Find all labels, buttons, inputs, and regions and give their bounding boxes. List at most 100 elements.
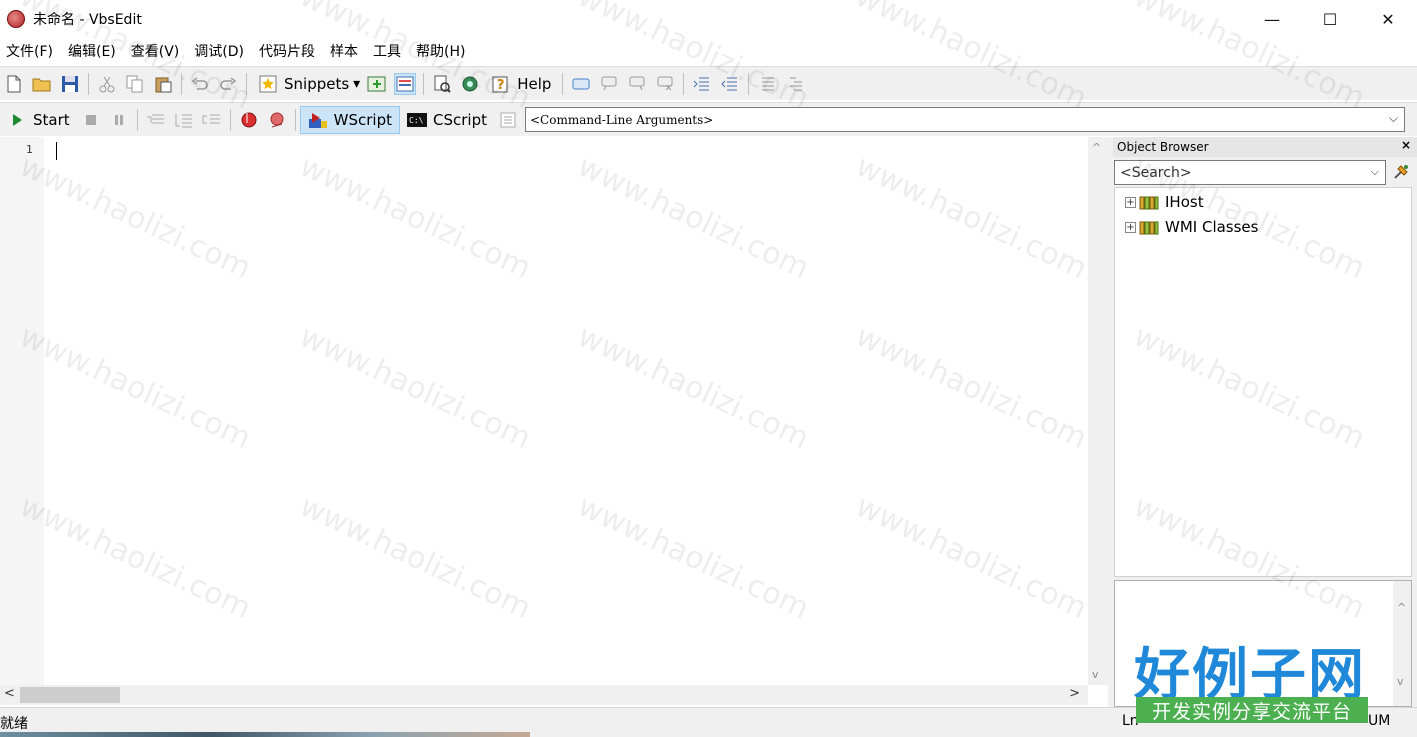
expand-icon[interactable]: + [1125, 221, 1136, 233]
main-toolbar: Snippets ▾ ? Help [0, 66, 1417, 100]
comment-block-icon[interactable] [756, 73, 778, 95]
cscript-button[interactable]: C:\ CScript [400, 106, 494, 134]
line-number-gutter: 1 [0, 137, 44, 685]
print-preview-icon[interactable] [431, 73, 453, 95]
svg-text:?: ? [497, 78, 505, 93]
menu-bar: 文件(F) 编辑(E) 查看(V) 调试(D) 代码片段 样本 工具 帮助(H) [0, 38, 1417, 64]
toolbar-separator [88, 72, 89, 95]
arguments-list-icon[interactable] [497, 109, 519, 131]
object-browser-header: Object Browser × [1113, 137, 1417, 157]
toggle-bookmark-icon[interactable] [570, 73, 592, 95]
close-button[interactable]: ✕ [1359, 0, 1417, 38]
tree-node-label: IHost [1165, 193, 1204, 211]
wscript-label: WScript [333, 110, 392, 129]
save-icon[interactable] [59, 73, 81, 95]
scrollbar-thumb[interactable] [20, 687, 120, 703]
outdent-icon[interactable] [719, 73, 741, 95]
line-number: 1 [26, 143, 33, 156]
maximize-button[interactable]: ☐ [1301, 0, 1359, 38]
wscript-icon [307, 109, 329, 131]
indent-icon[interactable] [691, 73, 713, 95]
clear-bookmarks-icon[interactable] [654, 73, 676, 95]
tree-node-label: WMI Classes [1165, 218, 1259, 236]
clear-breakpoints-icon[interactable] [266, 109, 288, 131]
library-icon [1139, 196, 1159, 210]
start-label: Start [33, 110, 70, 129]
description-scrollbar[interactable]: ^ v [1393, 581, 1411, 706]
snippets-button[interactable]: Snippets ▾ [251, 70, 363, 98]
toolbar-separator [181, 72, 182, 95]
object-browser-search-input[interactable]: <Search> ⌵ [1114, 160, 1386, 185]
vertical-scrollbar[interactable]: ^ v [1088, 137, 1108, 685]
minimize-button[interactable]: — [1243, 0, 1301, 38]
command-line-arguments-value: <Command-Line Arguments> [530, 112, 714, 127]
scroll-down-icon[interactable]: v [1397, 675, 1404, 688]
insert-snippet-icon[interactable] [366, 73, 388, 95]
search-placeholder: <Search> [1120, 164, 1192, 181]
next-bookmark-icon[interactable] [626, 73, 648, 95]
window-title: 未命名 - VbsEdit [33, 12, 142, 28]
search-tool-icon[interactable] [1391, 162, 1411, 182]
run-toolbar: Start WScript C:\ CScript <Command-Line [0, 102, 1417, 136]
watermark-logo-subtitle: 开发实例分享交流平台 [1136, 697, 1368, 723]
scroll-down-icon[interactable]: v [1092, 668, 1099, 681]
chevron-down-icon[interactable]: ⌵ [1371, 165, 1379, 179]
star-icon [257, 73, 279, 95]
cut-icon[interactable] [96, 73, 118, 95]
menu-help[interactable]: 帮助(H) [410, 41, 471, 61]
help-button[interactable]: ? Help [484, 70, 558, 98]
menu-snippets[interactable]: 代码片段 [253, 41, 321, 61]
menu-tools[interactable]: 工具 [367, 41, 407, 61]
code-editor[interactable]: 1 ^ v < > [0, 137, 1108, 707]
redo-icon[interactable] [217, 73, 239, 95]
wscript-button[interactable]: WScript [299, 105, 400, 134]
menu-view[interactable]: 查看(V) [125, 41, 186, 61]
help-icon: ? [490, 73, 512, 95]
menu-edit[interactable]: 编辑(E) [62, 41, 122, 61]
pause-icon[interactable] [108, 109, 130, 131]
object-tree: + IHost + WMI Classes [1114, 187, 1412, 577]
uncomment-block-icon[interactable] [784, 73, 806, 95]
status-text: 就绪 [0, 716, 28, 732]
vbsedit-app-icon [7, 10, 25, 28]
cscript-label: CScript [433, 110, 487, 129]
scroll-right-icon[interactable]: > [1069, 686, 1080, 701]
close-icon[interactable]: × [1401, 138, 1411, 152]
scroll-up-icon[interactable]: ^ [1092, 141, 1101, 154]
copy-icon[interactable] [124, 73, 146, 95]
horizontal-scrollbar[interactable]: < > [0, 685, 1088, 705]
title-bar: 未命名 - VbsEdit — ☐ ✕ [0, 0, 1417, 38]
step-over-icon[interactable] [173, 109, 195, 131]
play-icon [6, 109, 28, 131]
object-browser-toggle-icon[interactable] [394, 72, 417, 95]
toggle-breakpoint-icon[interactable] [238, 109, 260, 131]
command-line-arguments-input[interactable]: <Command-Line Arguments> ⌵ [525, 107, 1405, 132]
window-controls: — ☐ ✕ [1243, 0, 1417, 38]
scroll-up-icon[interactable]: ^ [1397, 601, 1406, 614]
chevron-down-icon[interactable]: ⌵ [1389, 111, 1398, 126]
start-button[interactable]: Start [0, 106, 77, 134]
stop-icon[interactable] [80, 109, 102, 131]
status-num-lock: UM [1368, 713, 1391, 729]
toolbar-separator [136, 108, 138, 131]
step-into-icon[interactable] [145, 109, 167, 131]
tree-node-ihost[interactable]: + IHost [1125, 191, 1204, 213]
new-file-icon[interactable] [3, 73, 25, 95]
menu-samples[interactable]: 样本 [324, 41, 364, 61]
toolbar-separator [562, 72, 564, 95]
undo-icon[interactable] [189, 73, 211, 95]
expand-icon[interactable]: + [1125, 196, 1136, 208]
open-folder-icon[interactable] [31, 73, 53, 95]
step-out-icon[interactable] [201, 109, 223, 131]
settings-globe-icon[interactable] [459, 73, 481, 95]
help-label: Help [517, 74, 552, 93]
toolbar-separator [294, 108, 296, 131]
menu-file[interactable]: 文件(F) [0, 41, 59, 61]
previous-bookmark-icon[interactable] [598, 73, 620, 95]
toolbar-separator [229, 108, 231, 131]
menu-debug[interactable]: 调试(D) [188, 41, 250, 61]
tree-node-wmi-classes[interactable]: + WMI Classes [1125, 216, 1258, 238]
text-caret [56, 142, 57, 160]
paste-icon[interactable] [152, 73, 174, 95]
scroll-left-icon[interactable]: < [4, 686, 15, 701]
